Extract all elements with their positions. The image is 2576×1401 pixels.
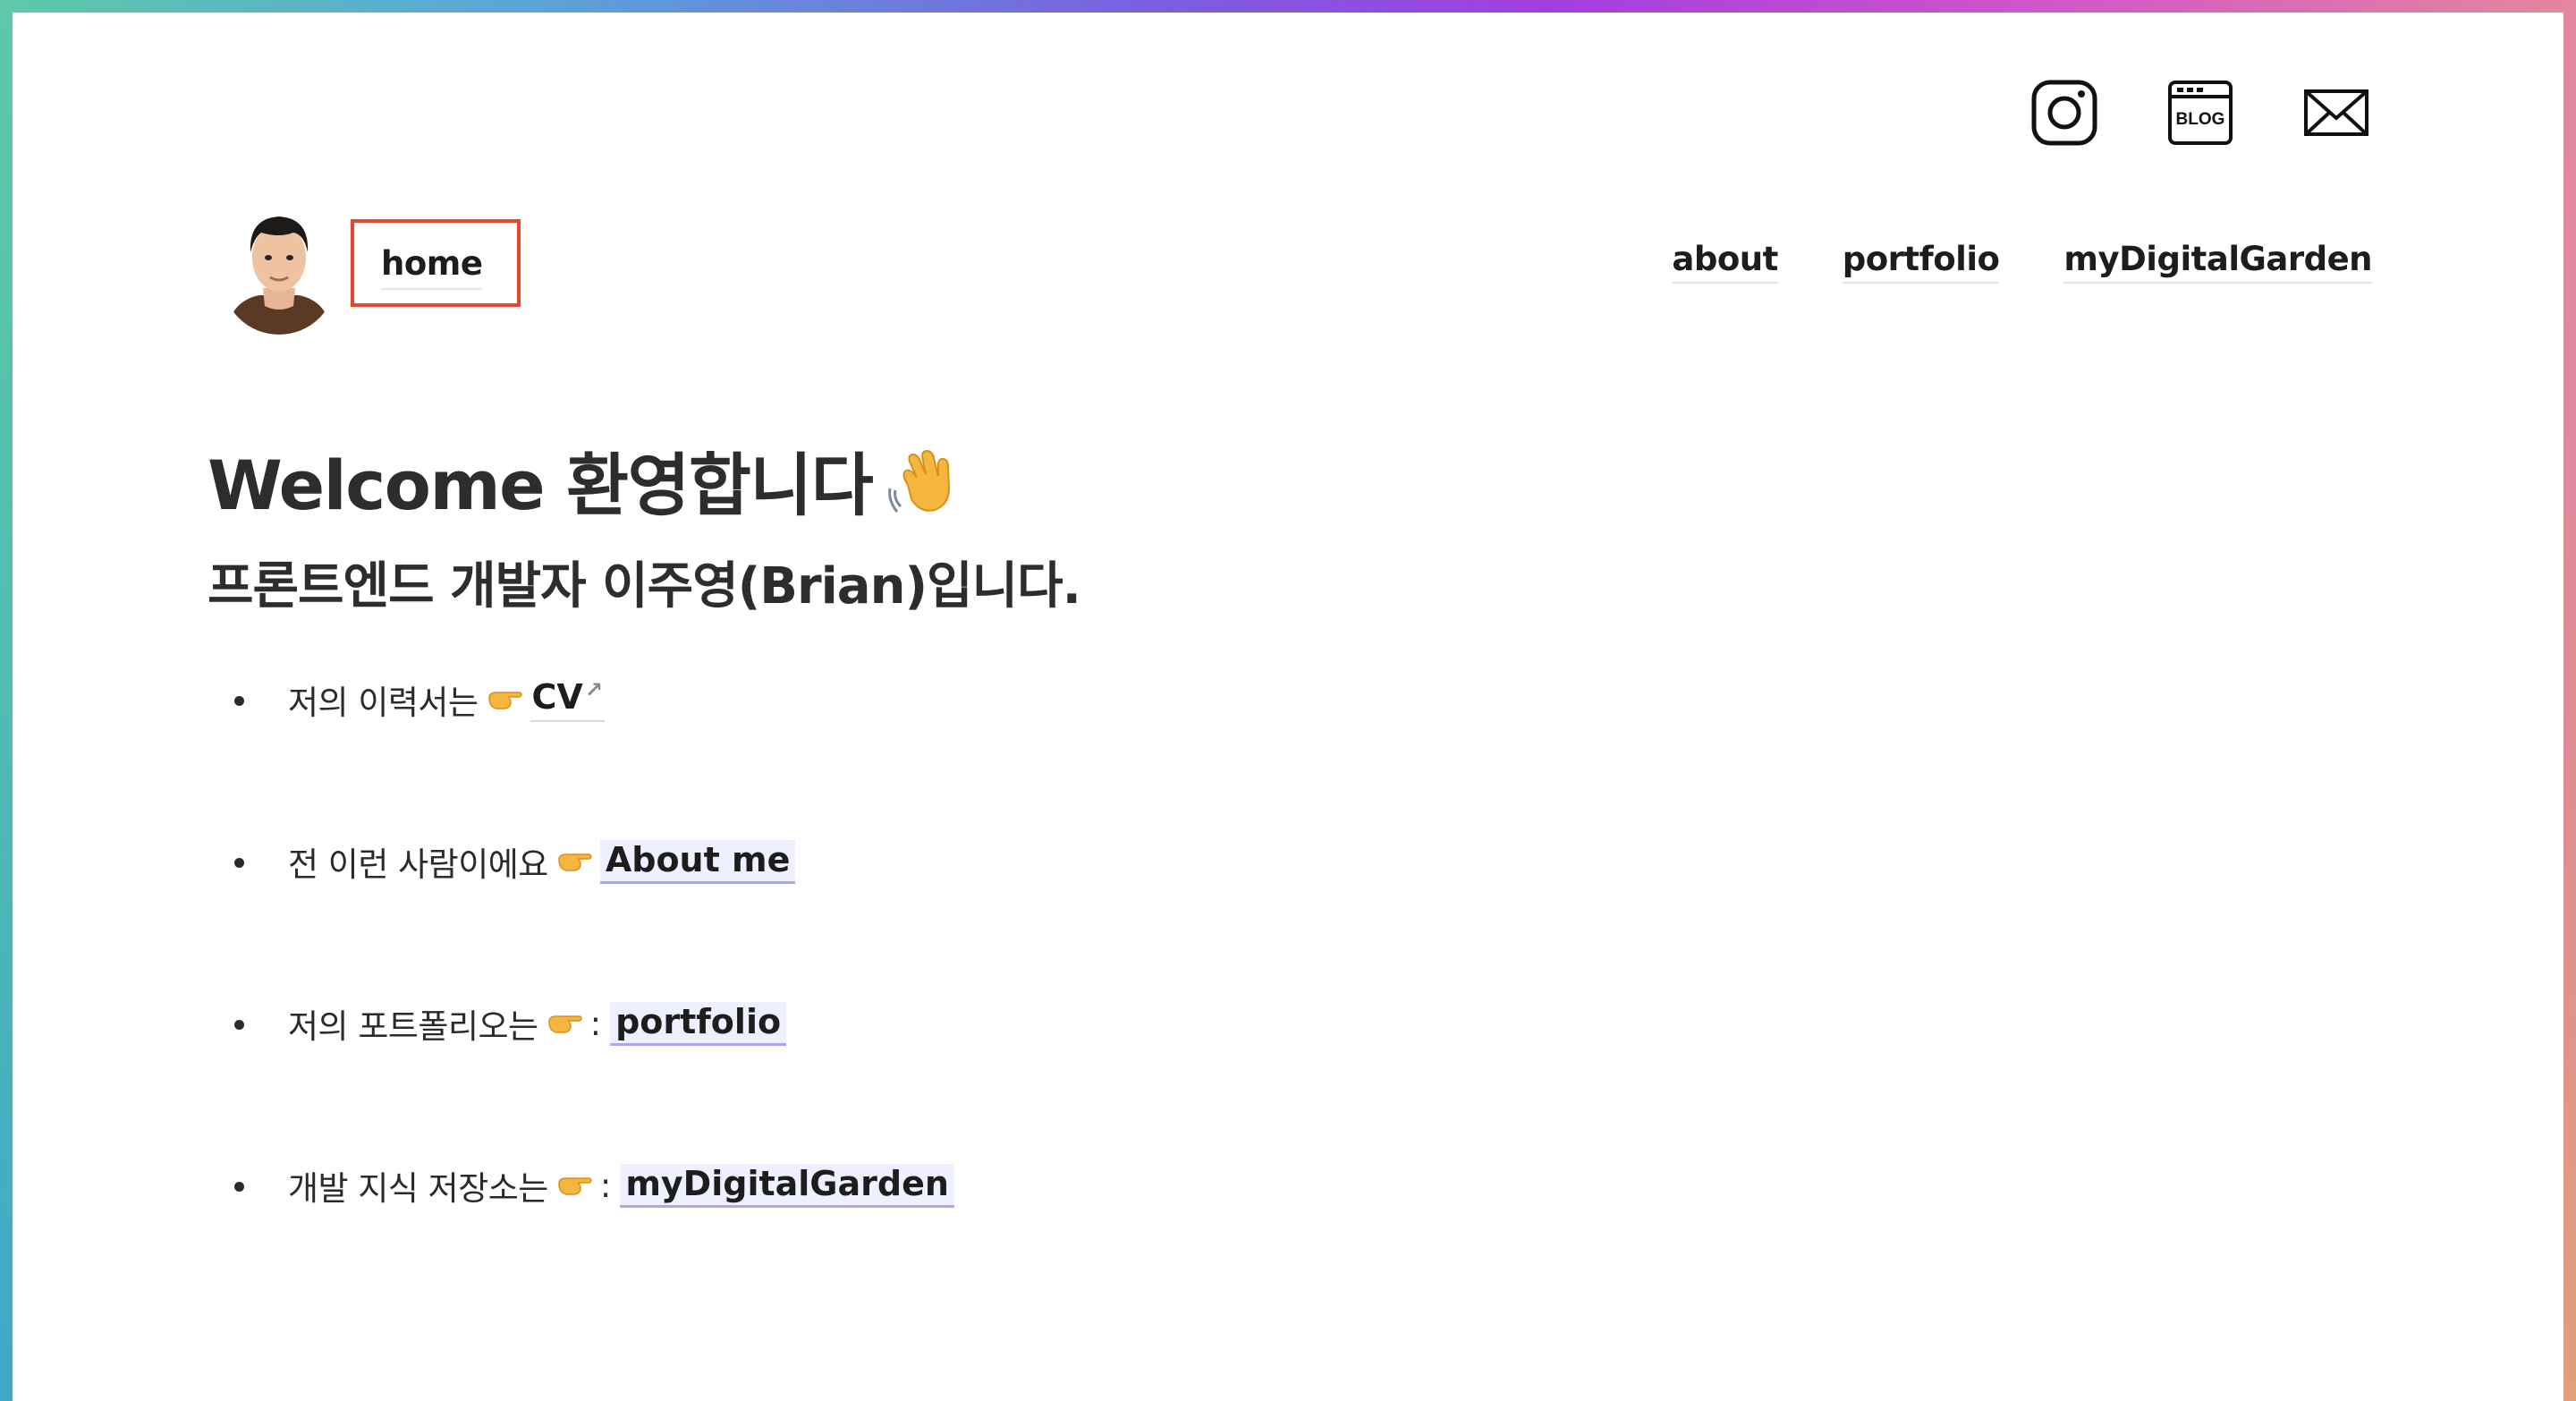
waving-hand-icon: [888, 449, 951, 513]
mydigitalgarden-link[interactable]: myDigitalGarden: [620, 1163, 954, 1208]
pointing-hand-icon: [547, 1015, 582, 1033]
portfolio-link[interactable]: portfolio: [610, 1001, 787, 1046]
list-item-text: 개발 지식 저장소는: [288, 1169, 548, 1208]
instagram-icon: [2031, 80, 2097, 146]
intro-list: 저의 이력서는 CV↗ 전 이런 사람이에요 About me 저의 포트폴리오…: [208, 673, 1460, 1212]
gradient-border-right: [2563, 0, 2576, 1401]
social-links: BLOG: [2029, 77, 2372, 149]
avatar[interactable]: [222, 202, 336, 335]
colon-separator: :: [589, 1004, 602, 1043]
blog-icon: BLOG: [2168, 81, 2233, 145]
nav-portfolio[interactable]: portfolio: [1842, 240, 2000, 284]
svg-text:BLOG: BLOG: [2176, 110, 2225, 129]
list-item: 저의 이력서는 CV↗: [234, 673, 1460, 726]
blog-link[interactable]: BLOG: [2165, 77, 2236, 149]
nav-mydigitalgarden[interactable]: myDigitalGarden: [2063, 240, 2372, 284]
list-item-text: 저의 이력서는: [288, 684, 479, 722]
page-subtitle: 프론트엔드 개발자 이주영(Brian)입니다.: [208, 557, 1081, 616]
nav-home[interactable]: home: [381, 244, 483, 290]
site-header: home about portfolio myDigitalGarden: [222, 202, 2372, 336]
list-item-text: 저의 포트폴리오는: [288, 1007, 538, 1046]
colon-separator: :: [599, 1166, 612, 1205]
cv-link[interactable]: CV↗: [530, 677, 605, 722]
nav-about[interactable]: about: [1672, 240, 1778, 284]
list-item: 저의 포트폴리오는 : portfolio: [234, 997, 1460, 1050]
gradient-border-left: [0, 0, 13, 1401]
page-title: Welcome 환영합니다: [208, 435, 1460, 525]
external-link-icon: ↗: [584, 677, 603, 702]
main-content: Welcome 환영합니다 프론트엔드 개발자 이주영(Brian)입니다. 저…: [208, 435, 1460, 1320]
pointing-hand-icon: [487, 692, 522, 709]
page-title-text: Welcome 환영합니다: [208, 446, 874, 525]
home-highlight-box: home: [351, 219, 521, 307]
gradient-border-top: [0, 0, 2576, 13]
list-item: 개발 지식 저장소는 : myDigitalGarden: [234, 1159, 1460, 1212]
pointing-hand-icon: [558, 853, 592, 871]
about-me-link[interactable]: About me: [599, 839, 796, 884]
main-nav: about portfolio myDigitalGarden: [1672, 240, 2372, 284]
instagram-link[interactable]: [2029, 77, 2100, 149]
list-item-text: 전 이런 사람이에요: [288, 845, 548, 884]
list-item: 전 이런 사람이에요 About me: [234, 835, 1460, 888]
mail-link[interactable]: [2301, 77, 2372, 149]
cv-link-label: CV: [531, 677, 583, 717]
mail-icon: [2304, 89, 2368, 136]
pointing-hand-icon: [558, 1177, 592, 1195]
